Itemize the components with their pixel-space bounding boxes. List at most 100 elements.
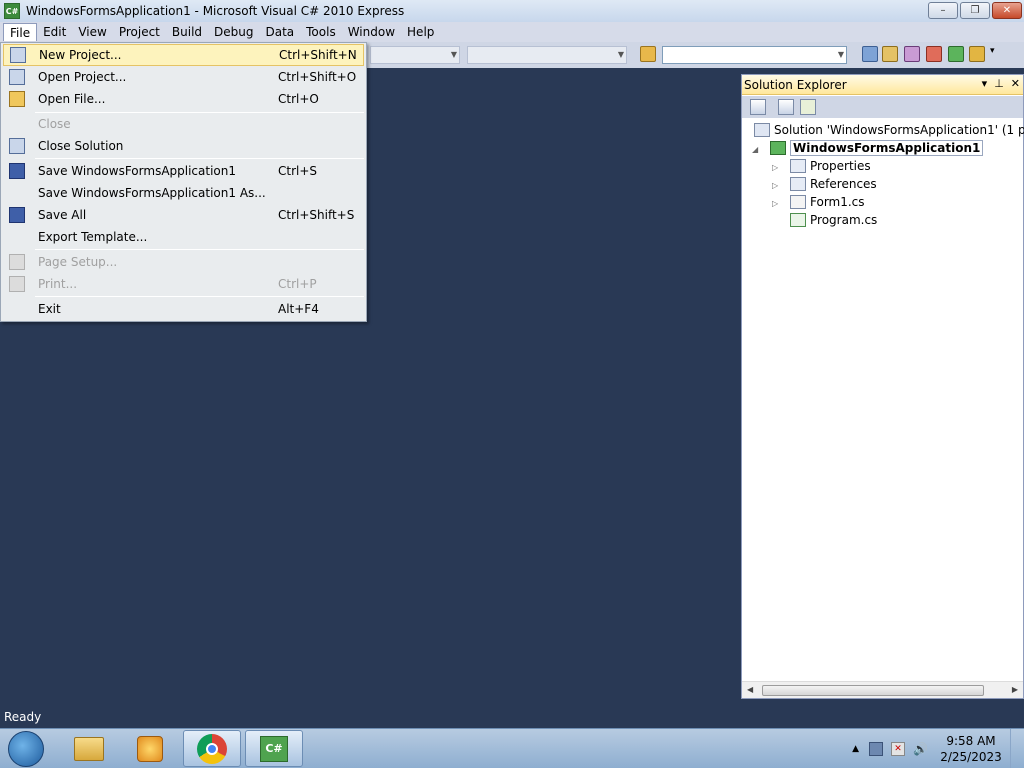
menu-item-label: Close Solution — [38, 139, 124, 153]
tree-node-label: References — [810, 177, 877, 191]
properties-icon[interactable] — [882, 46, 898, 62]
menu-help[interactable]: Help — [401, 23, 440, 41]
expand-arrow-icon[interactable]: ▷ — [772, 163, 778, 172]
menu-file[interactable]: File — [3, 23, 38, 41]
show-hidden-icons-icon[interactable]: ▲ — [852, 744, 859, 754]
menu-item-close-solution[interactable]: Close Solution — [3, 135, 364, 157]
chevron-down-icon[interactable]: ▾ — [982, 77, 988, 90]
menu-item-export-template[interactable]: Export Template... — [3, 226, 364, 248]
refresh-icon[interactable] — [800, 99, 816, 115]
menu-item-exit[interactable]: Exit Alt+F4 — [3, 298, 364, 320]
menu-item-new-project[interactable]: New Project... Ctrl+Shift+N — [3, 44, 364, 66]
scrollbar-thumb[interactable] — [762, 685, 984, 696]
start-page-icon[interactable] — [948, 46, 964, 62]
expand-arrow-icon[interactable]: ▷ — [772, 181, 778, 190]
toolbox-icon[interactable] — [926, 46, 942, 62]
menu-project[interactable]: Project — [113, 23, 166, 41]
menu-item-label: Export Template... — [38, 230, 148, 244]
menu-item-label: Open Project... — [38, 70, 127, 84]
menu-item-shortcut: Ctrl+S — [278, 164, 318, 178]
menu-item-label: Save All — [38, 208, 87, 222]
action-center-icon[interactable]: ✕ — [891, 742, 906, 756]
expand-arrow-icon[interactable]: ▷ — [772, 199, 778, 208]
properties-button-icon[interactable] — [750, 99, 766, 115]
platform-combo[interactable]: ▼ — [467, 46, 627, 64]
menu-build[interactable]: Build — [166, 23, 208, 41]
tree-node-label: Solution 'WindowsFormsApplication1' (1 p… — [774, 123, 1024, 137]
close-window-button[interactable]: ✕ — [992, 2, 1022, 19]
pin-icon[interactable]: ⊥ — [994, 77, 1004, 90]
window-title: WindowsFormsApplication1 - Microsoft Vis… — [26, 4, 405, 18]
menu-item-shortcut: Ctrl+Shift+N — [279, 48, 357, 62]
solution-config-combo[interactable]: ▼ — [370, 46, 460, 64]
title-bar: C# WindowsFormsApplication1 - Microsoft … — [0, 0, 1024, 22]
taskbar: C# ▲ ✕ 🔊 9:58 AM 2/25/2023 — [0, 728, 1024, 768]
menu-item-label: Save WindowsFormsApplication1 — [38, 164, 236, 178]
volume-icon[interactable]: 🔊 — [913, 742, 928, 756]
find-in-files-icon[interactable] — [640, 46, 656, 62]
taskbar-visual-csharp[interactable]: C# — [245, 730, 303, 767]
tree-item-program[interactable]: Program.cs — [790, 211, 877, 229]
tree-item-references[interactable]: References — [790, 175, 877, 193]
clock-date: 2/25/2023 — [940, 750, 1002, 764]
open-project-icon — [9, 69, 25, 85]
menu-item-save[interactable]: Save WindowsFormsApplication1 Ctrl+S — [3, 160, 364, 182]
properties-folder-icon — [790, 159, 806, 173]
media-player-icon — [137, 735, 163, 762]
save-icon — [9, 163, 25, 179]
show-desktop-button[interactable] — [1010, 729, 1020, 768]
menu-tools[interactable]: Tools — [300, 23, 342, 41]
clock-time: 9:58 AM — [946, 734, 996, 748]
window-controls: – ❐ ✕ — [928, 2, 1022, 19]
network-icon[interactable] — [869, 742, 884, 756]
menu-window[interactable]: Window — [342, 23, 401, 41]
taskbar-file-explorer[interactable] — [60, 730, 118, 767]
menu-item-save-as[interactable]: Save WindowsFormsApplication1 As... — [3, 182, 364, 204]
horizontal-scrollbar[interactable]: ◀ ▶ — [742, 681, 1023, 698]
menu-separator — [35, 296, 364, 297]
menu-item-save-all[interactable]: Save All Ctrl+Shift+S — [3, 204, 364, 226]
scroll-right-icon[interactable]: ▶ — [1012, 685, 1018, 694]
csharp-project-icon — [770, 141, 786, 155]
solution-explorer-header: Solution Explorer ▾ ⊥ ✕ — [742, 75, 1023, 95]
minimize-button[interactable]: – — [928, 2, 958, 19]
tree-node-label: WindowsFormsApplication1 — [790, 140, 984, 156]
scroll-left-icon[interactable]: ◀ — [747, 685, 753, 694]
taskbar-media-player[interactable] — [121, 730, 179, 767]
menu-item-label: Page Setup... — [38, 255, 118, 269]
menu-item-label: Open File... — [38, 92, 106, 106]
menu-item-page-setup: Page Setup... — [3, 251, 364, 273]
tree-node-label: Program.cs — [810, 213, 878, 227]
panel-title: Solution Explorer — [744, 77, 847, 92]
restore-button[interactable]: ❐ — [960, 2, 990, 19]
file-menu-dropdown: New Project... Ctrl+Shift+N Open Project… — [0, 42, 367, 322]
taskbar-chrome[interactable] — [183, 730, 241, 767]
show-all-files-icon[interactable] — [778, 99, 794, 115]
tree-node-label: Properties — [810, 159, 871, 173]
menu-item-open-project[interactable]: Open Project... Ctrl+Shift+O — [3, 66, 364, 88]
collapse-arrow-icon[interactable]: ◢ — [752, 145, 758, 154]
references-icon — [790, 177, 806, 191]
toolbar-overflow-icon[interactable]: ▾ — [990, 46, 1000, 62]
object-browser-icon[interactable] — [904, 46, 920, 62]
clock[interactable]: 9:58 AM 2/25/2023 — [936, 733, 1006, 765]
tree-item-properties[interactable]: Properties — [790, 157, 871, 175]
chevron-down-icon: ▼ — [617, 50, 624, 59]
tree-item-form1[interactable]: Form1.cs — [790, 193, 865, 211]
menu-view[interactable]: View — [72, 23, 112, 41]
menu-data[interactable]: Data — [259, 23, 300, 41]
solution-explorer-panel: Solution Explorer ▾ ⊥ ✕ Solution 'Window… — [741, 74, 1024, 699]
close-icon[interactable]: ✕ — [1011, 77, 1020, 90]
windows-start-icon[interactable] — [8, 731, 44, 767]
solution-explorer-icon[interactable] — [862, 46, 878, 62]
print-icon — [9, 276, 25, 292]
menu-debug[interactable]: Debug — [208, 23, 259, 41]
extension-manager-icon[interactable] — [969, 46, 985, 62]
chrome-icon — [197, 733, 227, 764]
menu-item-open-file[interactable]: Open File... Ctrl+O — [3, 88, 364, 110]
menu-edit[interactable]: Edit — [37, 23, 72, 41]
tree-project-node[interactable]: WindowsFormsApplication1 — [770, 139, 984, 157]
menu-item-shortcut: Ctrl+Shift+S — [278, 208, 355, 222]
tree-solution-node[interactable]: Solution 'WindowsFormsApplication1' (1 p… — [754, 121, 1024, 139]
find-combo[interactable]: ▼ — [662, 46, 847, 64]
